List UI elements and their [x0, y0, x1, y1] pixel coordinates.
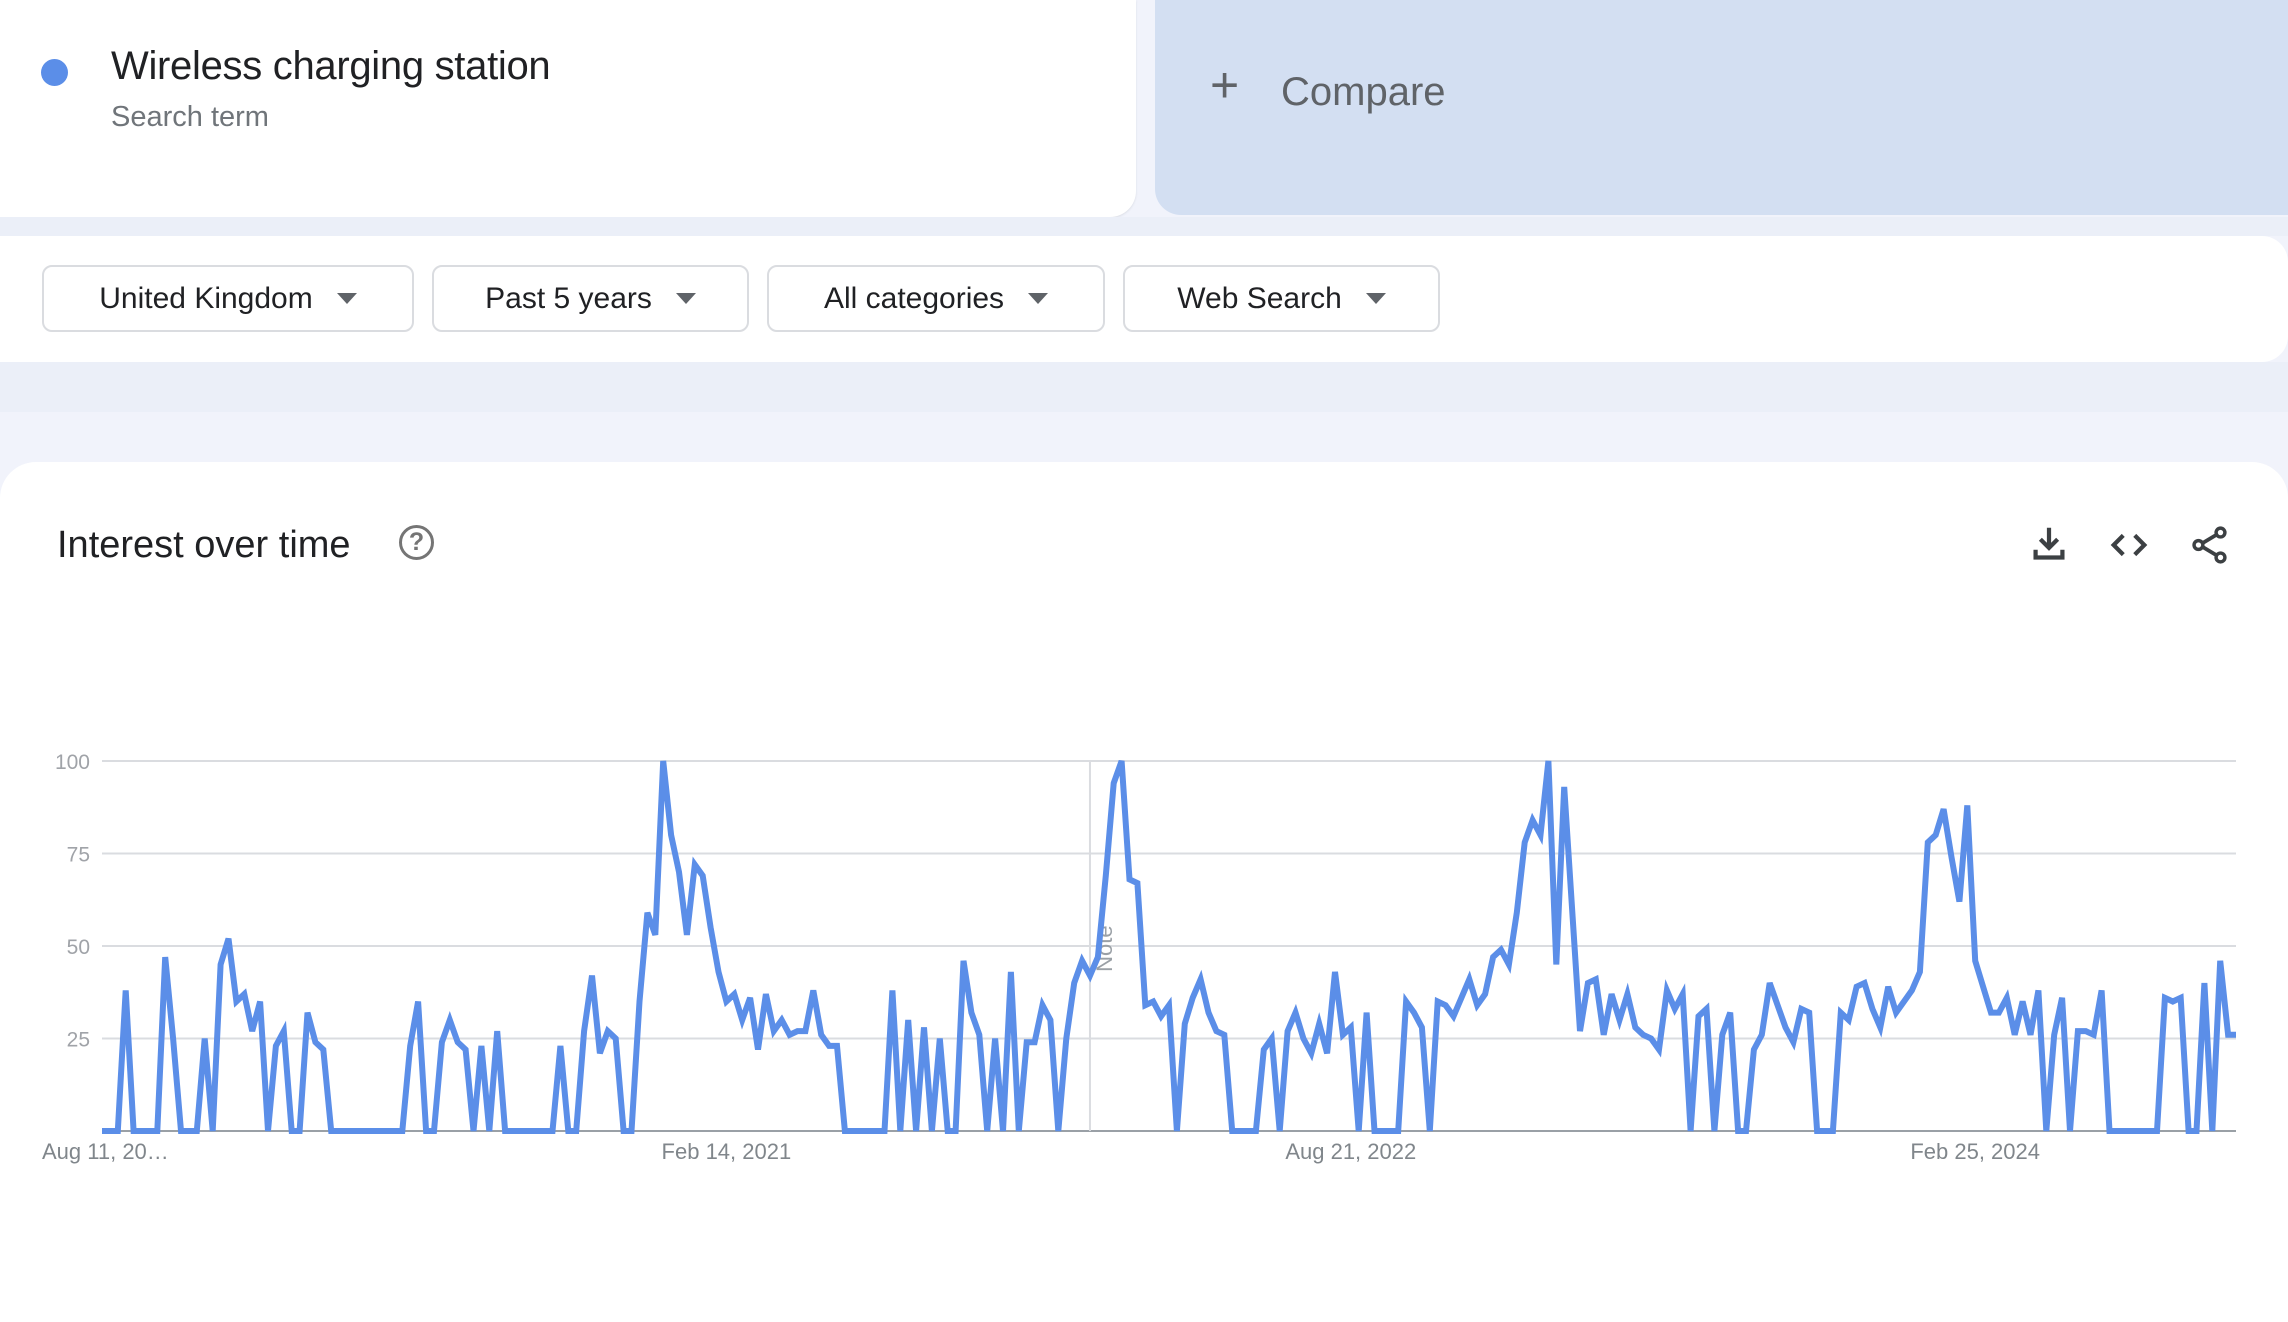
- compare-label: Compare: [1281, 70, 1446, 114]
- plus-icon: +: [1210, 57, 1240, 113]
- divider: [0, 217, 2288, 236]
- interest-line-chart: 255075100NoteAug 11, 20… Feb 14, 2021 Aug …: [42, 751, 2236, 1164]
- series-color-dot: [41, 59, 68, 86]
- search-type-dropdown[interactable]: Web Search: [1123, 265, 1440, 332]
- search-term-subtitle: Search term: [111, 101, 269, 133]
- caret-down-icon: [675, 293, 696, 304]
- search-term-card[interactable]: Wireless charging station Search term: [0, 0, 1136, 217]
- y-tick-label: 25: [67, 1029, 90, 1052]
- region-dropdown-label: United Kingdom: [99, 281, 313, 315]
- filter-bar: United Kingdom Past 5 years All categori…: [0, 236, 2288, 362]
- caret-down-icon: [336, 293, 357, 304]
- x-tick-label: Feb 25, 2024: [1910, 1139, 2040, 1164]
- y-tick-label: 50: [67, 936, 90, 959]
- interest-over-time-panel: Interest over time ? 25 50 75 100 Note Aug 11…: [0, 462, 2288, 1322]
- category-dropdown-label: All categories: [823, 281, 1005, 315]
- caret-down-icon: [1365, 293, 1386, 304]
- x-tick-label: Aug 11, 20…: [42, 1139, 169, 1164]
- x-tick-label: Aug 21, 2022: [1285, 1139, 1416, 1164]
- y-tick-label: 100: [55, 751, 90, 774]
- region-dropdown[interactable]: United Kingdom: [42, 265, 414, 332]
- y-tick-label: 75: [67, 844, 90, 867]
- x-tick-label: Feb 14, 2021: [662, 1139, 792, 1164]
- caret-down-icon: [1028, 293, 1049, 304]
- search-term-title[interactable]: Wireless charging station: [111, 44, 551, 89]
- category-dropdown[interactable]: All categories: [767, 265, 1105, 332]
- time-range-dropdown[interactable]: Past 5 years: [432, 265, 749, 332]
- divider: [0, 362, 2288, 412]
- time-range-dropdown-label: Past 5 years: [485, 281, 652, 315]
- compare-button[interactable]: + Compare: [1155, 0, 2288, 215]
- search-type-dropdown-label: Web Search: [1177, 281, 1342, 315]
